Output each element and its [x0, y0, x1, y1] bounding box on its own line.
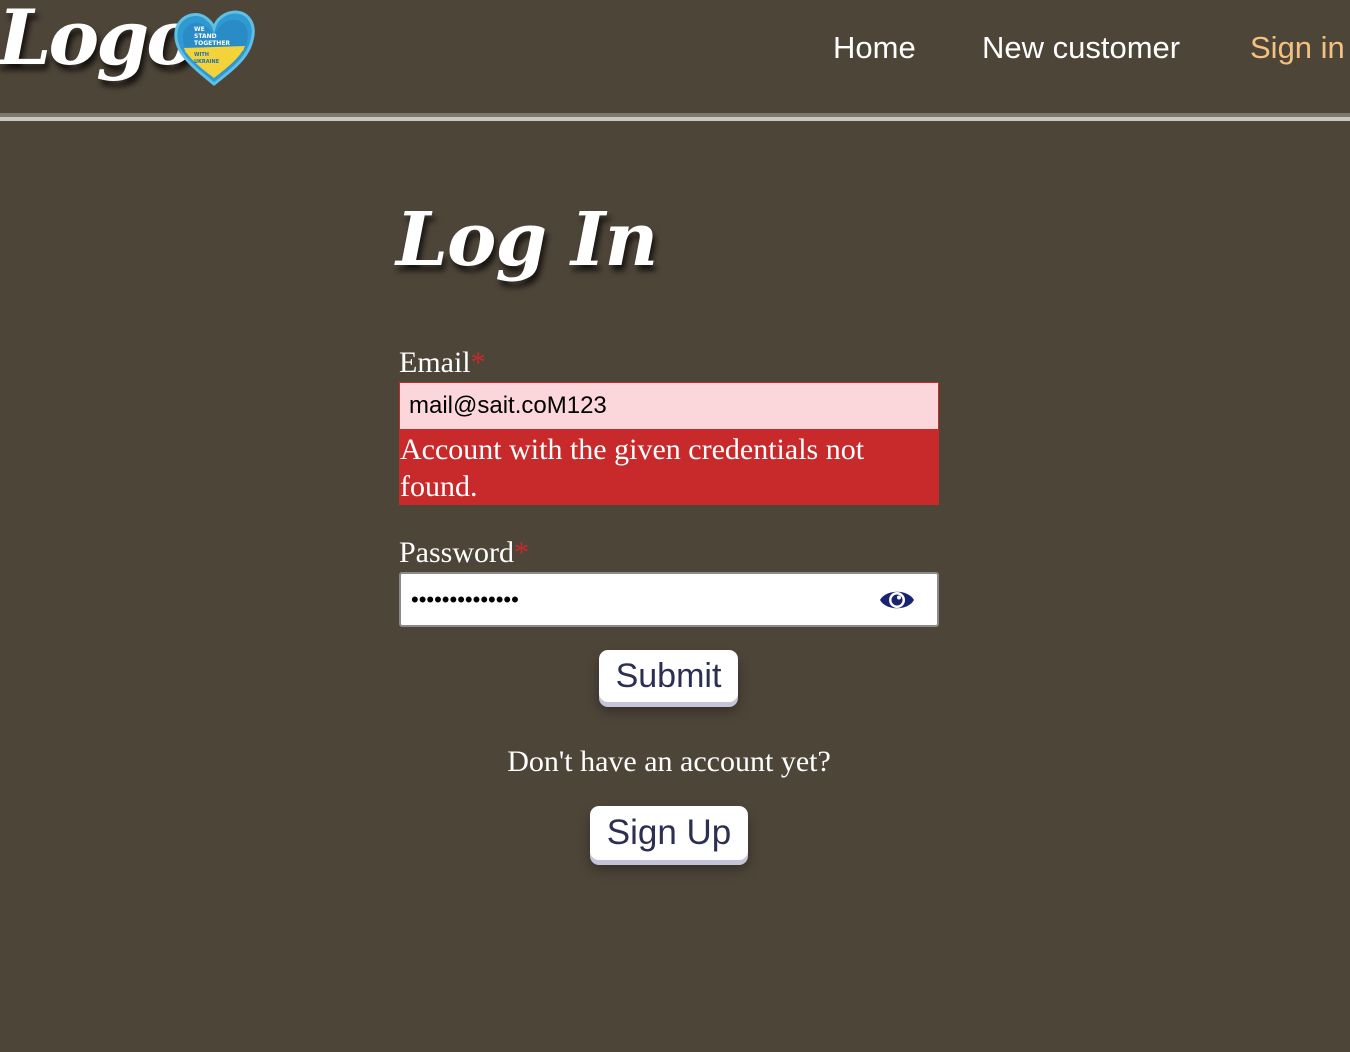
email-error-message: Account with the given credentials not f…	[399, 430, 939, 505]
email-required-marker: *	[470, 346, 486, 379]
email-label: Email*	[399, 346, 486, 380]
svg-text:STAND: STAND	[194, 33, 217, 40]
eye-icon[interactable]	[878, 584, 916, 616]
site-logo[interactable]: Logo	[0, 0, 197, 83]
password-field-wrapper	[399, 572, 939, 627]
ukraine-heart-badge-icon: WE STAND TOGETHER WITH UKRAINE	[174, 10, 255, 86]
email-label-text: Email	[399, 346, 471, 379]
password-label: Password*	[399, 536, 529, 570]
svg-text:WE: WE	[194, 26, 205, 33]
email-field[interactable]	[399, 382, 939, 430]
svg-text:UKRAINE: UKRAINE	[194, 59, 220, 65]
header-divider-light	[0, 117, 1350, 121]
nav-home-link[interactable]: Home	[833, 28, 916, 68]
password-field[interactable]	[401, 574, 851, 625]
password-label-text: Password	[399, 536, 515, 569]
page-title: Log In	[396, 197, 658, 283]
site-header: Logo WE STAND TOGETHER WITH UKRAINE Home…	[0, 0, 1350, 112]
nav-sign-in-link[interactable]: Sign in	[1250, 28, 1345, 68]
svg-text:TOGETHER: TOGETHER	[194, 40, 230, 47]
submit-button[interactable]: Submit	[599, 650, 738, 702]
nav-new-customer-link[interactable]: New customer	[982, 28, 1180, 68]
sign-up-button[interactable]: Sign Up	[590, 806, 748, 860]
svg-text:WITH: WITH	[194, 52, 209, 58]
signup-prompt: Don't have an account yet?	[507, 745, 831, 778]
password-required-marker: *	[514, 536, 530, 569]
